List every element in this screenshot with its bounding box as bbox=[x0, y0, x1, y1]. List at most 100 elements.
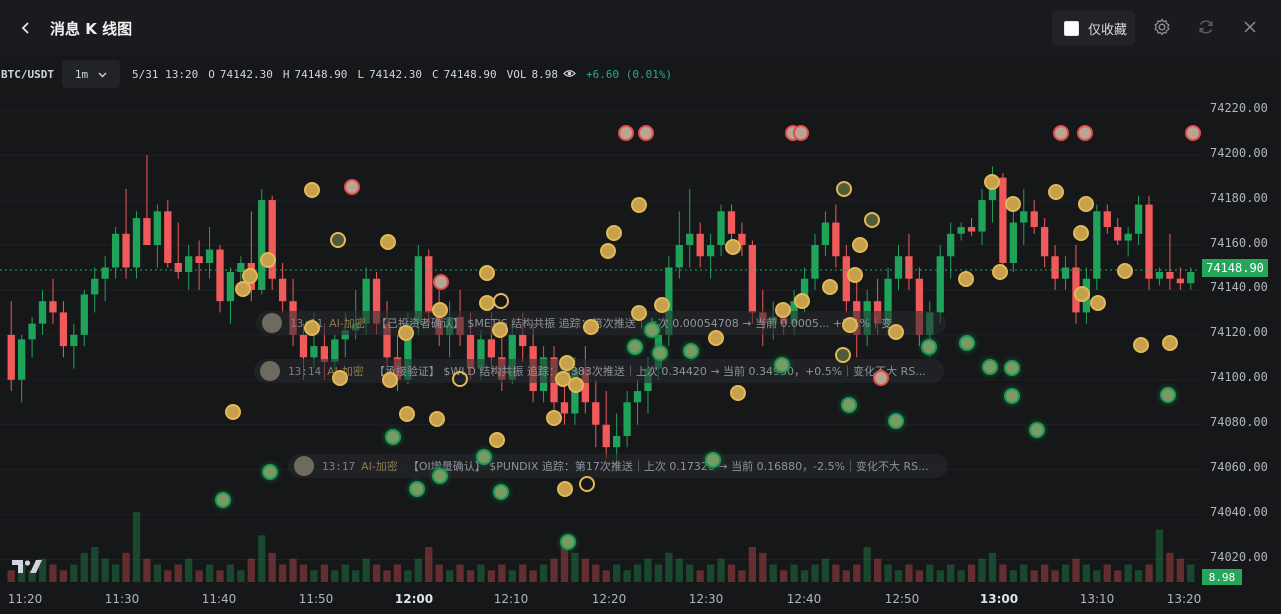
news-marker-avatar[interactable] bbox=[888, 324, 904, 340]
news-marker-avatar[interactable] bbox=[479, 295, 495, 311]
news-marker-avatar[interactable] bbox=[638, 125, 654, 141]
message-card[interactable]: 13:17 AI-加密 【OI增量确认】 $PUNDIX 追踪：第17次推送｜上… bbox=[288, 454, 948, 478]
candlestick-chart[interactable] bbox=[0, 92, 1200, 582]
news-marker-avatar[interactable] bbox=[1090, 295, 1106, 311]
news-marker-avatar[interactable] bbox=[1048, 184, 1064, 200]
news-marker-avatar[interactable] bbox=[683, 343, 699, 359]
news-marker-avatar[interactable] bbox=[982, 359, 998, 375]
news-marker-avatar[interactable] bbox=[492, 322, 508, 338]
eye-icon[interactable] bbox=[563, 68, 576, 81]
favorites-checkbox[interactable] bbox=[1064, 20, 1079, 36]
news-marker-avatar[interactable] bbox=[847, 267, 863, 283]
news-marker-avatar[interactable] bbox=[1053, 125, 1069, 141]
news-marker-avatar[interactable] bbox=[332, 370, 348, 386]
news-marker-avatar[interactable] bbox=[1004, 388, 1020, 404]
news-marker-avatar[interactable] bbox=[1185, 125, 1201, 141]
news-marker-avatar[interactable] bbox=[631, 197, 647, 213]
news-marker-avatar[interactable] bbox=[958, 271, 974, 287]
news-marker-avatar[interactable] bbox=[835, 347, 851, 363]
news-marker-avatar[interactable] bbox=[1078, 196, 1094, 212]
news-marker-avatar[interactable] bbox=[852, 237, 868, 253]
news-marker-avatar[interactable] bbox=[652, 345, 668, 361]
news-marker-avatar[interactable] bbox=[708, 330, 724, 346]
news-marker-avatar[interactable] bbox=[304, 320, 320, 336]
favorites-only-toggle[interactable]: 仅收藏 bbox=[1052, 10, 1135, 46]
news-marker-avatar[interactable] bbox=[330, 232, 346, 248]
news-marker-avatar[interactable] bbox=[432, 468, 448, 484]
news-marker-avatar[interactable] bbox=[774, 357, 790, 373]
news-marker-avatar[interactable] bbox=[559, 355, 575, 371]
news-marker-avatar[interactable] bbox=[725, 239, 741, 255]
news-marker-avatar[interactable] bbox=[842, 317, 858, 333]
news-marker-avatar[interactable] bbox=[235, 281, 251, 297]
news-marker-avatar[interactable] bbox=[984, 174, 1000, 190]
news-marker-avatar[interactable] bbox=[705, 452, 721, 468]
news-marker-avatar[interactable] bbox=[382, 372, 398, 388]
refresh-icon[interactable] bbox=[1195, 16, 1217, 38]
news-marker-avatar[interactable] bbox=[1162, 335, 1178, 351]
news-marker-avatar[interactable] bbox=[260, 252, 276, 268]
news-marker-avatar[interactable] bbox=[1073, 225, 1089, 241]
news-marker-avatar[interactable] bbox=[262, 464, 278, 480]
news-marker-avatar[interactable] bbox=[794, 293, 810, 309]
news-marker-avatar[interactable] bbox=[864, 212, 880, 228]
news-marker-avatar[interactable] bbox=[644, 322, 660, 338]
gear-icon[interactable] bbox=[1151, 16, 1173, 38]
news-marker-avatar[interactable] bbox=[546, 410, 562, 426]
news-marker-avatar[interactable] bbox=[1077, 125, 1093, 141]
news-marker-avatar[interactable] bbox=[600, 243, 616, 259]
news-marker-avatar[interactable] bbox=[476, 449, 492, 465]
news-marker-avatar[interactable] bbox=[822, 279, 838, 295]
news-marker-avatar[interactable] bbox=[888, 413, 904, 429]
news-marker-avatar[interactable] bbox=[1160, 387, 1176, 403]
back-arrow-icon[interactable] bbox=[14, 16, 38, 40]
news-marker-avatar[interactable] bbox=[215, 492, 231, 508]
news-marker-avatar[interactable] bbox=[452, 371, 468, 387]
news-marker-avatar[interactable] bbox=[225, 404, 241, 420]
close-icon[interactable] bbox=[1239, 16, 1261, 38]
news-marker-avatar[interactable] bbox=[775, 302, 791, 318]
news-marker-avatar[interactable] bbox=[557, 481, 573, 497]
news-marker-avatar[interactable] bbox=[1117, 263, 1133, 279]
news-marker-avatar[interactable] bbox=[631, 305, 647, 321]
news-marker-avatar[interactable] bbox=[493, 293, 509, 309]
news-marker-avatar[interactable] bbox=[959, 335, 975, 351]
news-marker-avatar[interactable] bbox=[489, 432, 505, 448]
news-marker-avatar[interactable] bbox=[432, 302, 448, 318]
news-marker-avatar[interactable] bbox=[618, 125, 634, 141]
news-marker-avatar[interactable] bbox=[433, 274, 449, 290]
news-marker-avatar[interactable] bbox=[579, 476, 595, 492]
news-marker-avatar[interactable] bbox=[344, 179, 360, 195]
news-marker-avatar[interactable] bbox=[1005, 196, 1021, 212]
news-marker-avatar[interactable] bbox=[399, 406, 415, 422]
news-marker-avatar[interactable] bbox=[493, 484, 509, 500]
news-marker-avatar[interactable] bbox=[479, 265, 495, 281]
news-marker-avatar[interactable] bbox=[793, 125, 809, 141]
news-marker-avatar[interactable] bbox=[398, 325, 414, 341]
time-axis[interactable]: 11:20 11:30 11:40 11:50 12:00 12:10 12:20 12:30… bbox=[0, 584, 1202, 614]
news-marker-avatar[interactable] bbox=[841, 397, 857, 413]
interval-select[interactable]: 1m bbox=[61, 60, 120, 88]
news-marker-avatar[interactable] bbox=[627, 339, 643, 355]
news-marker-avatar[interactable] bbox=[873, 370, 889, 386]
news-marker-avatar[interactable] bbox=[1074, 286, 1090, 302]
price-axis[interactable]: 74220.00 74200.00 74180.00 74160.00 74140.00… bbox=[1200, 92, 1281, 582]
tradingview-logo[interactable] bbox=[12, 556, 44, 576]
news-marker-avatar[interactable] bbox=[583, 319, 599, 335]
news-marker-avatar[interactable] bbox=[1029, 422, 1045, 438]
news-marker-avatar[interactable] bbox=[380, 234, 396, 250]
news-marker-avatar[interactable] bbox=[836, 181, 852, 197]
news-marker-avatar[interactable] bbox=[1004, 360, 1020, 376]
news-marker-avatar[interactable] bbox=[409, 481, 425, 497]
news-marker-avatar[interactable] bbox=[921, 339, 937, 355]
news-marker-avatar[interactable] bbox=[304, 182, 320, 198]
news-marker-avatar[interactable] bbox=[1133, 337, 1149, 353]
news-marker-avatar[interactable] bbox=[992, 264, 1008, 280]
news-marker-avatar[interactable] bbox=[568, 377, 584, 393]
news-marker-avatar[interactable] bbox=[429, 411, 445, 427]
news-marker-avatar[interactable] bbox=[385, 429, 401, 445]
news-marker-avatar[interactable] bbox=[654, 297, 670, 313]
news-marker-avatar[interactable] bbox=[560, 534, 576, 550]
news-marker-avatar[interactable] bbox=[606, 225, 622, 241]
news-marker-avatar[interactable] bbox=[730, 385, 746, 401]
